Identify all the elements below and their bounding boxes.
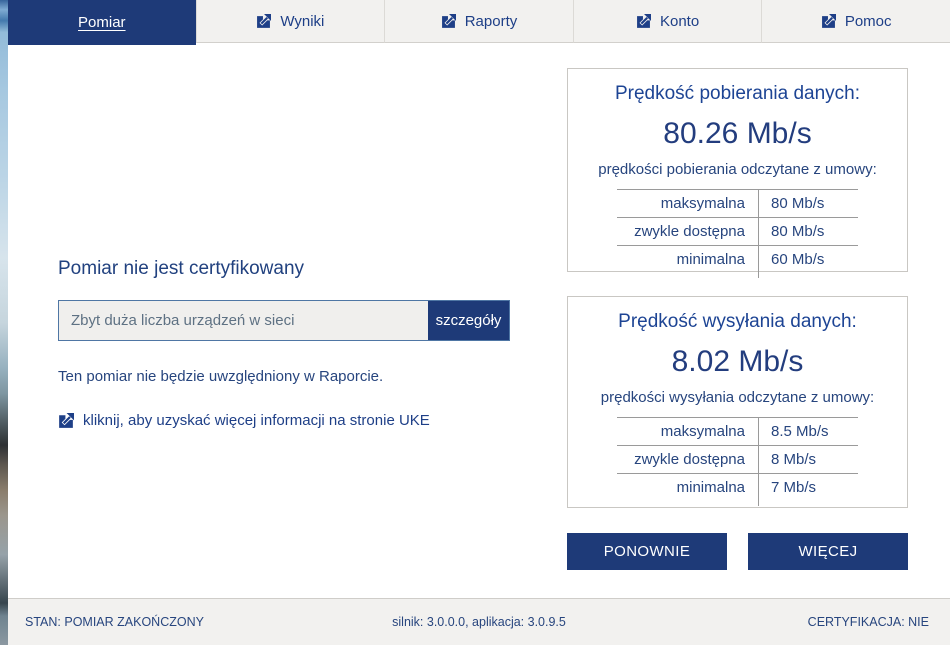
status-certification: CERTYFIKACJA: NIE xyxy=(808,615,929,629)
details-button[interactable]: szczegóły xyxy=(428,301,509,340)
main-content: Pomiar nie jest certyfikowany Zbyt duża … xyxy=(8,43,950,598)
table-row: maksymalna 8.5 Mb/s xyxy=(617,417,858,445)
row-value: 7 Mb/s xyxy=(758,479,858,496)
row-value: 80 Mb/s xyxy=(758,195,858,212)
tab-label: Pomiar xyxy=(78,14,126,31)
panel-title: Prędkość wysyłania danych: xyxy=(568,311,907,333)
status-bar: STAN: POMIAR ZAKOŃCZONY silnik: 3.0.0.0,… xyxy=(8,598,950,645)
upload-speed-value: 8.02 Mb/s xyxy=(568,345,907,379)
tab-pomoc[interactable]: Pomoc xyxy=(761,0,950,43)
tab-konto[interactable]: Konto xyxy=(573,0,762,43)
table-row: zwykle dostępna 80 Mb/s xyxy=(617,217,858,245)
row-value: 60 Mb/s xyxy=(758,251,858,268)
upload-speed-panel: Prędkość wysyłania danych: 8.02 Mb/s prę… xyxy=(567,296,908,508)
more-button[interactable]: WIĘCEJ xyxy=(748,533,908,570)
table-row: zwykle dostępna 8 Mb/s xyxy=(617,445,858,473)
tab-label: Raporty xyxy=(465,13,518,30)
uke-info-link[interactable]: kliknij, aby uzyskać więcej informacji n… xyxy=(58,412,430,429)
retry-button[interactable]: PONOWNIE xyxy=(567,533,727,570)
alert-box: Zbyt duża liczba urządzeń w sieci szczeg… xyxy=(58,300,510,341)
table-row: maksymalna 80 Mb/s xyxy=(617,189,858,217)
panel-subtitle: prędkości pobierania odczytane z umowy: xyxy=(568,161,907,178)
row-value: 8 Mb/s xyxy=(758,451,858,468)
row-label: minimalna xyxy=(617,479,758,496)
alert-message: Zbyt duża liczba urządzeń w sieci xyxy=(59,301,428,340)
download-speed-value: 80.26 Mb/s xyxy=(568,117,907,151)
row-value: 8.5 Mb/s xyxy=(758,423,858,440)
panel-title: Prędkość pobierania danych: xyxy=(568,83,907,105)
tab-raporty[interactable]: Raporty xyxy=(384,0,573,43)
tab-label: Konto xyxy=(660,13,699,30)
tab-wyniki[interactable]: Wyniki xyxy=(196,0,385,43)
desktop-wallpaper-strip xyxy=(0,0,8,645)
app-window: Pomiar Wyniki xyxy=(8,0,950,645)
row-label: zwykle dostępna xyxy=(617,223,758,240)
tab-label: Pomoc xyxy=(845,13,892,30)
row-label: maksymalna xyxy=(617,195,758,212)
download-speed-panel: Prędkość pobierania danych: 80.26 Mb/s p… xyxy=(567,68,908,272)
report-note: Ten pomiar nie będzie uwzględniony w Rap… xyxy=(58,368,383,385)
certification-heading: Pomiar nie jest certyfikowany xyxy=(58,258,304,280)
uke-info-link-label: kliknij, aby uzyskać więcej informacji n… xyxy=(83,412,430,429)
status-state: STAN: POMIAR ZAKOŃCZONY xyxy=(25,615,204,629)
row-value: 80 Mb/s xyxy=(758,223,858,240)
table-row: minimalna 7 Mb/s xyxy=(617,473,858,501)
table-divider xyxy=(758,417,759,506)
tab-label: Wyniki xyxy=(280,13,324,30)
contract-speeds-table: maksymalna 80 Mb/s zwykle dostępna 80 Mb… xyxy=(617,189,858,273)
contract-speeds-table: maksymalna 8.5 Mb/s zwykle dostępna 8 Mb… xyxy=(617,417,858,501)
external-link-icon xyxy=(636,14,651,29)
external-link-icon xyxy=(821,14,836,29)
action-buttons: PONOWNIE WIĘCEJ xyxy=(567,533,908,570)
external-link-icon xyxy=(256,14,271,29)
row-label: maksymalna xyxy=(617,423,758,440)
tab-pomiar[interactable]: Pomiar xyxy=(8,0,196,45)
external-link-icon xyxy=(441,14,456,29)
table-row: minimalna 60 Mb/s xyxy=(617,245,858,273)
row-label: minimalna xyxy=(617,251,758,268)
tab-bar: Pomiar Wyniki xyxy=(8,0,950,43)
external-link-icon xyxy=(58,413,74,429)
row-label: zwykle dostępna xyxy=(617,451,758,468)
table-divider xyxy=(758,189,759,278)
panel-subtitle: prędkości wysyłania odczytane z umowy: xyxy=(568,389,907,406)
